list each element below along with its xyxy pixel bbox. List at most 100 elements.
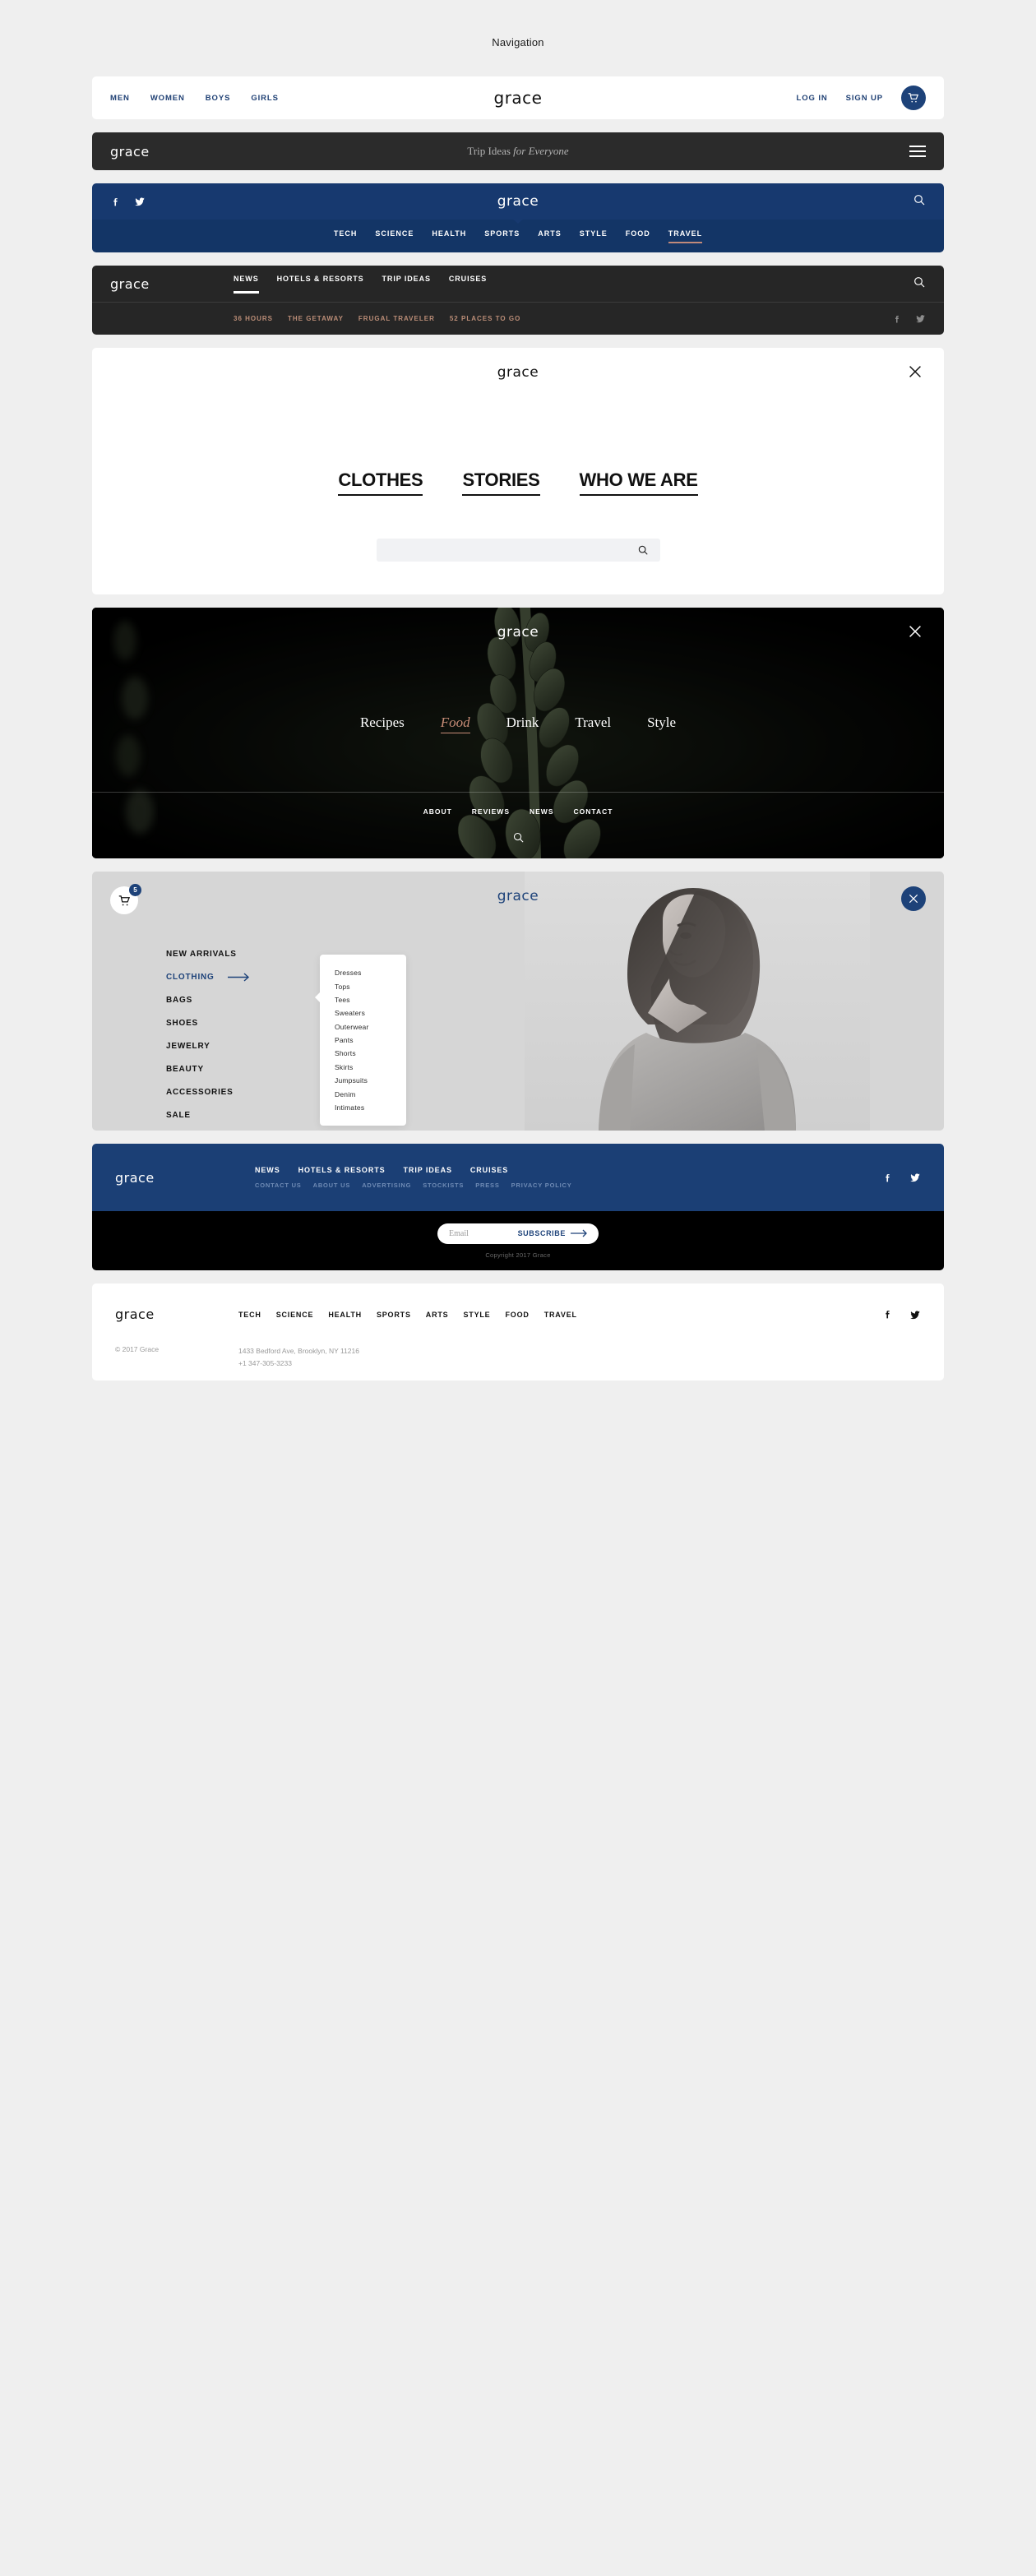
footer-link-privacy-policy[interactable]: PRIVACY POLICY [511,1182,572,1189]
search-button[interactable] [913,275,926,293]
shop-menu-label: CLOTHING [166,973,215,982]
menu-link-stories[interactable]: STORIES [462,469,540,496]
submenu-item-skirts[interactable]: Skirts [335,1061,406,1074]
close-button[interactable] [906,622,924,641]
shop-menu-accessories[interactable]: ACCESSORIES [166,1088,251,1097]
menu-link-food[interactable]: Food [440,715,470,733]
login-link[interactable]: LOG IN [797,94,828,103]
nav-link-news[interactable]: NEWS [234,275,259,294]
footer-link-style[interactable]: STYLE [463,1311,490,1319]
submenu-item-dresses[interactable]: Dresses [335,966,406,979]
footer-link-food[interactable]: FOOD [505,1311,529,1319]
nav-sublink-36-hours[interactable]: 36 HOURS [234,315,273,322]
nav-category-food[interactable]: FOOD [626,229,650,243]
footer-link-about-us[interactable]: ABOUT US [313,1182,351,1189]
twitter-icon[interactable] [909,1172,921,1183]
footer-link-hotels-resorts[interactable]: HOTELS & RESORTS [298,1166,386,1174]
shop-menu-sale[interactable]: SALE [166,1111,251,1120]
menu-link-travel[interactable]: Travel [575,715,611,733]
search-input[interactable] [376,539,660,562]
shop-menu-bags[interactable]: BAGS [166,996,251,1005]
submenu-item-outerwear[interactable]: Outerwear [335,1020,406,1034]
subscribe-button[interactable]: SUBSCRIBE [518,1229,589,1237]
menu-link-drink[interactable]: Drink [506,715,539,733]
menu-link-style[interactable]: Style [647,715,676,733]
footer-link-news[interactable]: NEWS [255,1166,280,1174]
shop-menu-jewelry[interactable]: JEWELRY [166,1042,251,1051]
footer-link-sports[interactable]: SPORTS [377,1311,411,1319]
nav-link-trip-ideas[interactable]: TRIP IDEAS [382,275,431,294]
nav-category-health[interactable]: HEALTH [432,229,466,243]
facebook-icon[interactable] [882,1172,893,1183]
nav-link-girls[interactable]: GIRLS [251,94,279,103]
footer-link-advertising[interactable]: ADVERTISING [362,1182,411,1189]
nav-category-style[interactable]: STYLE [580,229,608,243]
nav-link-women[interactable]: WOMEN [150,94,185,103]
nav-category-travel[interactable]: TRAVEL [668,229,703,243]
signup-link[interactable]: SIGN UP [846,94,883,103]
menu-sublink-about[interactable]: ABOUT [423,807,452,816]
cart-button[interactable] [901,86,926,110]
twitter-icon[interactable] [915,313,926,324]
close-button[interactable] [906,363,924,381]
footer-link-travel[interactable]: TRAVEL [544,1311,577,1319]
hamburger-icon[interactable] [909,146,926,157]
nav-category-tech[interactable]: TECH [334,229,358,243]
nav-link-cruises[interactable]: CRUISES [449,275,487,294]
shop-menu-clothing[interactable]: CLOTHING [166,973,251,982]
address-text: 1433 Bedford Ave, Brooklyn, NY 11216 [238,1347,359,1355]
overlay-white-menu: grace CLOTHES STORIES WHO WE ARE [92,348,944,594]
footer-link-trip-ideas[interactable]: TRIP IDEAS [404,1166,452,1174]
submenu-item-tees[interactable]: Tees [335,993,406,1006]
menu-link-clothes[interactable]: CLOTHES [338,469,423,496]
submenu-item-sweaters[interactable]: Sweaters [335,1006,406,1020]
cart-icon [118,895,131,907]
submenu-item-shorts[interactable]: Shorts [335,1047,406,1060]
facebook-icon[interactable] [892,313,902,324]
menu-sublink-reviews[interactable]: REVIEWS [472,807,510,816]
footer-link-arts[interactable]: ARTS [426,1311,449,1319]
footer-link-contact-us[interactable]: CONTACT US [255,1182,302,1189]
footer-link-tech[interactable]: TECH [238,1311,261,1319]
nav-sublink-the-getaway[interactable]: THE GETAWAY [288,315,344,322]
shop-menu-shoes[interactable]: SHOES [166,1019,251,1028]
nav-link-men[interactable]: MEN [110,94,130,103]
footer-link-stockists[interactable]: STOCKISTS [423,1182,464,1189]
submenu-item-pants[interactable]: Pants [335,1034,406,1047]
submenu-item-intimates[interactable]: Intimates [335,1101,406,1114]
twitter-icon[interactable] [909,1309,921,1320]
nav-link-boys[interactable]: BOYS [206,94,231,103]
subscribe-form[interactable]: Email SUBSCRIBE [437,1223,599,1244]
submenu-item-tops[interactable]: Tops [335,979,406,992]
submenu-item-jumpsuits[interactable]: Jumpsuits [335,1074,406,1087]
menu-link-recipes[interactable]: Recipes [360,715,405,733]
footer-link-cruises[interactable]: CRUISES [470,1166,508,1174]
nav-link-hotels-resorts[interactable]: HOTELS & RESORTS [277,275,364,294]
email-input[interactable]: Email [449,1229,469,1238]
footer-link-press[interactable]: PRESS [475,1182,499,1189]
shop-menu-new-arrivals[interactable]: NEW ARRIVALS [166,950,251,959]
model-photo [525,872,870,1131]
clothing-submenu: Dresses Tops Tees Sweaters Outerwear Pan… [315,955,406,1126]
close-button[interactable] [901,886,926,911]
menu-sublink-contact[interactable]: CONTACT [574,807,613,816]
nav-sublink-frugal-traveler[interactable]: FRUGAL TRAVELER [358,315,435,322]
submenu-item-denim[interactable]: Denim [335,1087,406,1100]
footer-link-science[interactable]: SCIENCE [276,1311,314,1319]
menu-sublink-news[interactable]: NEWS [530,807,554,816]
shop-menu-beauty[interactable]: BEAUTY [166,1065,251,1074]
search-button[interactable] [913,193,926,210]
nav-category-science[interactable]: SCIENCE [375,229,414,243]
nav-sublink-52-places-to-go[interactable]: 52 PLACES TO GO [450,315,520,322]
close-icon [907,892,920,905]
cart-button[interactable]: 5 [110,884,141,914]
tagline-italic: for Everyone [513,145,569,157]
nav-category-sports[interactable]: SPORTS [484,229,520,243]
facebook-icon[interactable] [110,196,121,207]
facebook-icon[interactable] [882,1309,893,1320]
nav-category-arts[interactable]: ARTS [538,229,562,243]
menu-link-who-we-are[interactable]: WHO WE ARE [579,469,698,496]
twitter-icon[interactable] [134,196,146,207]
search-button[interactable] [92,831,944,844]
footer-link-health[interactable]: HEALTH [328,1311,362,1319]
